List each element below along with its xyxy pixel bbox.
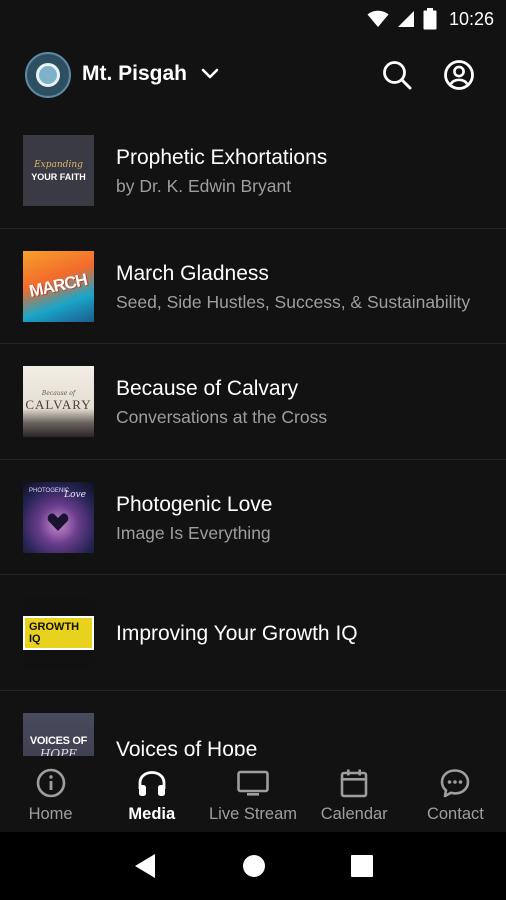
media-thumbnail: Because of CALVARY <box>23 366 94 437</box>
media-thumbnail: VOICES OF HOPE <box>23 712 94 756</box>
media-item-title: March Gladness <box>116 261 269 285</box>
nav-label: Media <box>128 805 176 823</box>
media-item-title: Prophetic Exhortations <box>116 146 328 169</box>
church-logo[interactable] <box>25 52 71 98</box>
thumbnail-text: YOUR FAITH <box>31 171 86 182</box>
thumbnail-text: Expanding <box>34 159 83 170</box>
media-item-subtitle: Image Is Everything <box>116 522 271 543</box>
media-thumbnail: PHOTOGENIC Love <box>23 481 94 553</box>
media-item-photogenic-love[interactable]: PHOTOGENIC Love Photogenic Love Image Is… <box>0 460 506 575</box>
chat-bubble-icon <box>441 769 470 798</box>
nav-label: Calendar <box>320 805 388 823</box>
media-item-title: Voices of Hope <box>116 737 258 757</box>
wifi-icon <box>367 10 389 27</box>
nav-label: Contact <box>426 805 484 823</box>
system-nav-bar <box>0 832 506 900</box>
thumbnail-text: VOICES OF <box>29 735 88 747</box>
nav-label: Home <box>28 805 73 823</box>
thumbnail-badge: GROWTH IQ <box>23 615 94 650</box>
account-button[interactable] <box>442 58 476 92</box>
bottom-nav: Home Media Live Stream Calendar Contact <box>0 756 506 832</box>
nav-item-calendar[interactable]: Calendar <box>304 756 405 832</box>
thumbnail-text: Love <box>64 489 86 500</box>
media-thumbnail: Expanding YOUR FAITH <box>23 135 94 206</box>
media-item-title: Improving Your Growth IQ <box>116 622 358 645</box>
media-item-voices-of-hope[interactable]: VOICES OF HOPE Voices of Hope <box>0 691 506 757</box>
account-circle-icon <box>444 60 474 90</box>
thumbnail-text: Because of <box>41 390 76 397</box>
battery-icon <box>423 8 437 30</box>
media-item-title: Photogenic Love <box>116 492 273 516</box>
media-item-subtitle: Conversations at the Cross <box>116 407 328 427</box>
nav-item-live-stream[interactable]: Live Stream <box>202 756 303 832</box>
media-item-subtitle: by Dr. K. Edwin Bryant <box>116 176 292 196</box>
media-item-march-gladness[interactable]: MARCH March Gladness Seed, Side Hustles,… <box>0 229 506 344</box>
media-item-improving-growth-iq[interactable]: GROWTH IQ Improving Your Growth IQ <box>0 575 506 691</box>
nav-item-contact[interactable]: Contact <box>405 756 506 832</box>
media-item-title: Because of Calvary <box>116 377 299 400</box>
thumbnail-text: CALVARY <box>25 397 92 412</box>
media-item-prophetic-exhortations[interactable]: Expanding YOUR FAITH Prophetic Exhortati… <box>0 113 506 229</box>
headphones-icon <box>138 771 166 796</box>
recents-square-icon[interactable] <box>351 855 374 877</box>
back-icon[interactable] <box>133 853 157 879</box>
search-button[interactable] <box>380 58 414 92</box>
home-circle-icon[interactable] <box>242 854 266 878</box>
thumbnail-text: HOPE <box>39 747 78 756</box>
media-list: Expanding YOUR FAITH Prophetic Exhortati… <box>0 113 506 756</box>
media-thumbnail: GROWTH IQ <box>23 597 94 668</box>
heart-hands-icon <box>47 513 69 531</box>
chevron-down-icon[interactable] <box>200 66 220 82</box>
media-item-subtitle: Seed, Side Hustles, Success, & Sustainab… <box>116 291 471 312</box>
media-thumbnail: MARCH <box>23 250 94 322</box>
app-header: Mt. Pisgah <box>0 46 506 104</box>
nav-item-media[interactable]: Media <box>101 756 202 832</box>
status-bar: 10:26 <box>0 0 506 38</box>
logo-mark <box>36 63 60 87</box>
cell-signal-icon <box>397 11 414 27</box>
thumbnail-text: GROWTH IQ <box>29 620 80 645</box>
media-item-because-of-calvary[interactable]: Because of CALVARY Because of Calvary Co… <box>0 344 506 460</box>
thumbnail-text: MARCH <box>27 270 89 301</box>
monitor-icon <box>237 770 269 796</box>
info-circle-icon <box>36 768 65 798</box>
nav-item-home[interactable]: Home <box>0 756 101 832</box>
calendar-icon <box>340 769 368 798</box>
search-icon <box>383 61 412 90</box>
church-name[interactable]: Mt. Pisgah <box>82 62 187 86</box>
status-time: 10:26 <box>448 8 494 29</box>
nav-label: Live Stream <box>208 805 298 823</box>
